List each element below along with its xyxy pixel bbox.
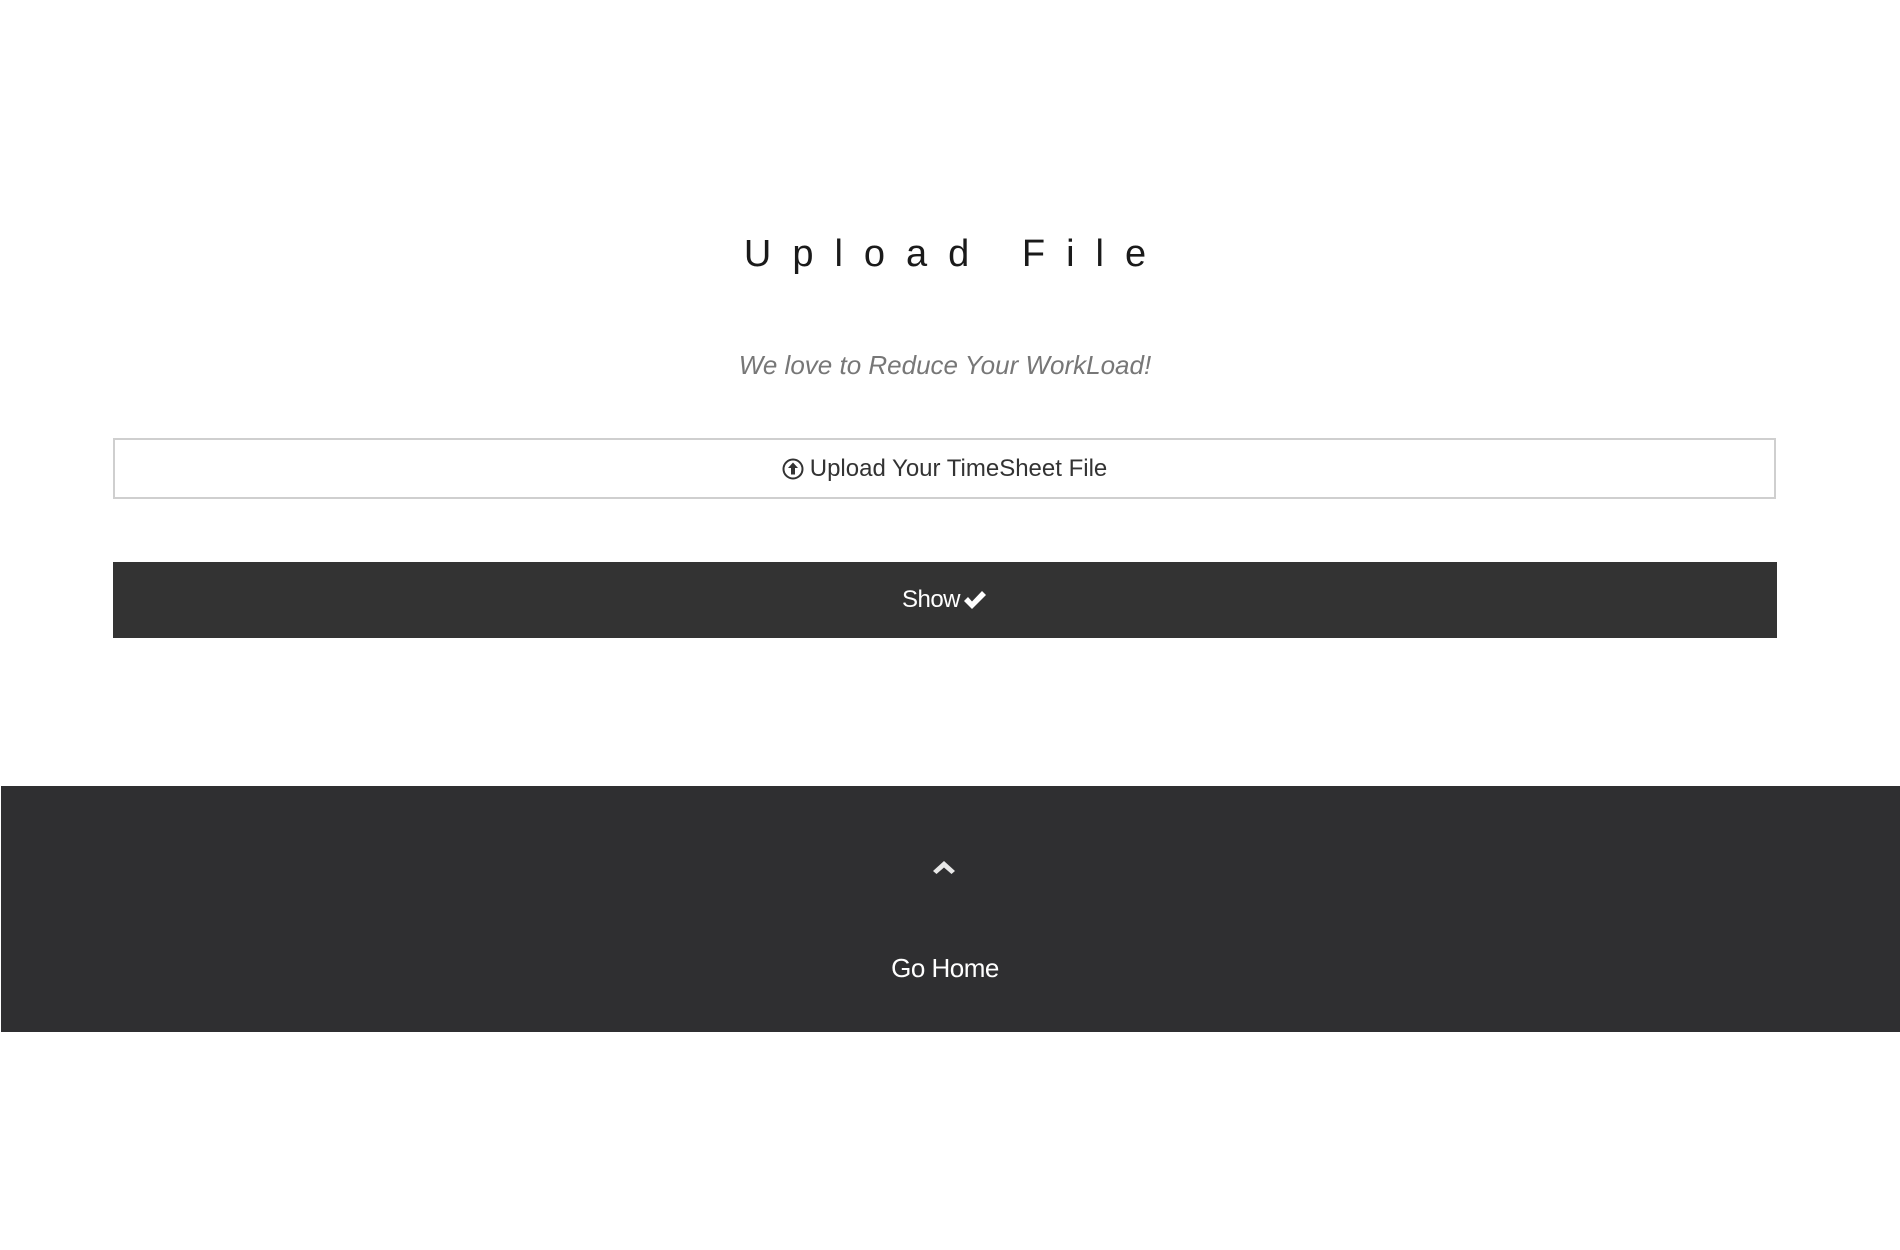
scroll-up-link[interactable] bbox=[920, 848, 968, 888]
upload-circle-icon bbox=[782, 458, 804, 480]
check-icon bbox=[962, 588, 988, 612]
tagline: We love to Reduce Your WorkLoad! bbox=[738, 350, 1152, 380]
show-label: Show bbox=[901, 586, 961, 613]
page-title: Upload File bbox=[743, 233, 1168, 275]
upload-file-input[interactable]: Upload Your TimeSheet File bbox=[113, 438, 1776, 499]
upload-label: Upload Your TimeSheet File bbox=[809, 454, 1108, 482]
footer bbox=[1, 786, 1900, 1032]
chevron-up-icon bbox=[931, 857, 957, 880]
show-button[interactable]: Show bbox=[113, 562, 1777, 638]
upload-page: Upload File We love to Reduce Your WorkL… bbox=[0, 0, 1900, 1250]
go-home-link[interactable]: Go Home bbox=[0, 950, 1890, 986]
